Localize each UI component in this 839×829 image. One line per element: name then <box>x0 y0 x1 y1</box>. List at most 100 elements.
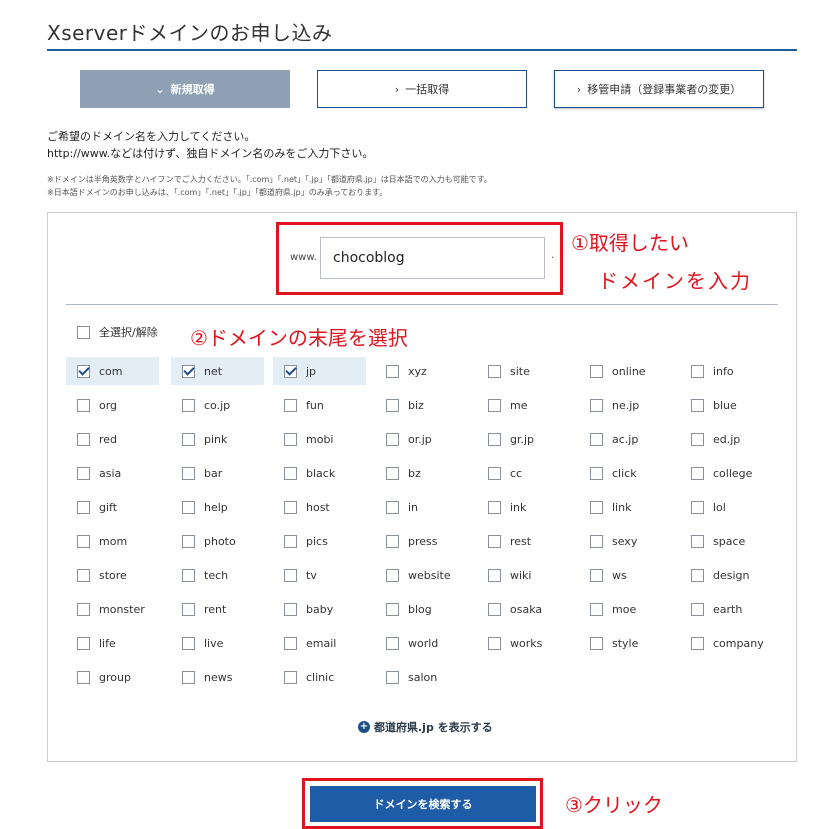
tld-checkbox-info[interactable]: info <box>680 357 773 385</box>
tld-label: jp <box>306 364 317 378</box>
tld-checkbox-mom[interactable]: mom <box>66 527 159 555</box>
tld-checkbox-red[interactable]: red <box>66 425 159 453</box>
tld-checkbox-jp[interactable]: jp <box>273 357 366 385</box>
tab-transfer-request[interactable]: › 移管申請（登録事業者の変更） <box>554 70 764 108</box>
tld-checkbox-sexy[interactable]: sexy <box>579 527 672 555</box>
tld-checkbox-fun[interactable]: fun <box>273 391 366 419</box>
tld-checkbox-com[interactable]: com <box>66 357 159 385</box>
checkbox-box <box>590 602 603 616</box>
tld-checkbox-wiki[interactable]: wiki <box>477 561 570 589</box>
tld-checkbox-earth[interactable]: earth <box>680 595 773 623</box>
tld-checkbox-rent[interactable]: rent <box>171 595 264 623</box>
tld-checkbox-pics[interactable]: pics <box>273 527 366 555</box>
tld-checkbox-online[interactable]: online <box>579 357 672 385</box>
tld-checkbox-ink[interactable]: ink <box>477 493 570 521</box>
annotation-highlight-button <box>302 778 543 829</box>
tld-checkbox-company[interactable]: company <box>680 629 773 657</box>
tld-checkbox-style[interactable]: style <box>579 629 672 657</box>
tld-checkbox-live[interactable]: live <box>171 629 264 657</box>
tld-checkbox-click[interactable]: click <box>579 459 672 487</box>
tld-checkbox-press[interactable]: press <box>375 527 468 555</box>
tld-checkbox-tv[interactable]: tv <box>273 561 366 589</box>
tld-checkbox-site[interactable]: site <box>477 357 570 385</box>
tld-checkbox-link[interactable]: link <box>579 493 672 521</box>
tld-checkbox-asia[interactable]: asia <box>66 459 159 487</box>
checkbox-box <box>691 568 704 582</box>
tld-checkbox-news[interactable]: news <box>171 663 264 691</box>
checkbox-box <box>590 466 603 480</box>
tld-checkbox-clinic[interactable]: clinic <box>273 663 366 691</box>
tab-new-registration[interactable]: ⌄ 新規取得 <box>80 70 290 108</box>
tld-checkbox-blue[interactable]: blue <box>680 391 773 419</box>
tld-checkbox-life[interactable]: life <box>66 629 159 657</box>
tld-checkbox-in[interactable]: in <box>375 493 468 521</box>
tld-checkbox-salon[interactable]: salon <box>375 663 468 691</box>
input-note: ※日本語ドメインのお申し込みは、「.com」「.net」「.jp」「都道府県.j… <box>47 188 388 197</box>
tld-checkbox-bar[interactable]: bar <box>171 459 264 487</box>
checkbox-box <box>182 670 195 684</box>
tld-label: help <box>204 500 228 514</box>
tld-checkbox-website[interactable]: website <box>375 561 468 589</box>
tld-label: works <box>510 636 543 650</box>
tld-checkbox-mobi[interactable]: mobi <box>273 425 366 453</box>
tld-checkbox-rest[interactable]: rest <box>477 527 570 555</box>
input-note: ※ドメインは半角英数字とハイフンでご入力ください。「.com」「.net」「.j… <box>47 175 492 184</box>
tld-checkbox-cc[interactable]: cc <box>477 459 570 487</box>
tld-checkbox-store[interactable]: store <box>66 561 159 589</box>
checkbox-box <box>386 432 399 446</box>
tld-checkbox-org[interactable]: org <box>66 391 159 419</box>
tld-checkbox-biz[interactable]: biz <box>375 391 468 419</box>
tld-checkbox-xyz[interactable]: xyz <box>375 357 468 385</box>
tld-checkbox-osaka[interactable]: osaka <box>477 595 570 623</box>
tld-checkbox-world[interactable]: world <box>375 629 468 657</box>
tld-checkbox-space[interactable]: space <box>680 527 773 555</box>
select-all-checkbox[interactable]: 全選択/解除 <box>77 324 158 340</box>
tld-label: asia <box>99 466 122 480</box>
show-prefecture-jp-link[interactable]: + 都道府県.jp を表示する <box>358 719 493 735</box>
checkbox-box <box>488 534 501 548</box>
checkbox-box <box>182 568 195 582</box>
tld-checkbox-co-jp[interactable]: co.jp <box>171 391 264 419</box>
tld-label: ws <box>612 568 627 582</box>
checkbox-box <box>488 432 501 446</box>
tld-checkbox-me[interactable]: me <box>477 391 570 419</box>
tld-label: me <box>510 398 528 412</box>
tld-checkbox-net[interactable]: net <box>171 357 264 385</box>
tld-checkbox-email[interactable]: email <box>273 629 366 657</box>
tld-checkbox-ac-jp[interactable]: ac.jp <box>579 425 672 453</box>
tld-checkbox-lol[interactable]: lol <box>680 493 773 521</box>
tld-checkbox-black[interactable]: black <box>273 459 366 487</box>
tld-checkbox-ws[interactable]: ws <box>579 561 672 589</box>
tld-checkbox-gr-jp[interactable]: gr.jp <box>477 425 570 453</box>
tld-checkbox-group[interactable]: group <box>66 663 159 691</box>
tab-bulk-registration[interactable]: › 一括取得 <box>317 70 527 108</box>
checkbox-box <box>590 636 603 650</box>
checkbox-box <box>590 500 603 514</box>
tld-label: red <box>99 432 118 446</box>
tld-checkbox-bz[interactable]: bz <box>375 459 468 487</box>
tld-checkbox-monster[interactable]: monster <box>66 595 159 623</box>
checkbox-box <box>77 432 90 446</box>
tld-checkbox-or-jp[interactable]: or.jp <box>375 425 468 453</box>
checkmark-icon <box>182 364 195 378</box>
tld-checkbox-photo[interactable]: photo <box>171 527 264 555</box>
tld-checkbox-design[interactable]: design <box>680 561 773 589</box>
tld-label: group <box>99 670 131 684</box>
tld-checkbox-ne-jp[interactable]: ne.jp <box>579 391 672 419</box>
tld-checkbox-help[interactable]: help <box>171 493 264 521</box>
tld-label: gr.jp <box>510 432 535 446</box>
tld-checkbox-pink[interactable]: pink <box>171 425 264 453</box>
tld-label: co.jp <box>204 398 231 412</box>
tld-checkbox-tech[interactable]: tech <box>171 561 264 589</box>
tld-checkbox-baby[interactable]: baby <box>273 595 366 623</box>
tld-checkbox-host[interactable]: host <box>273 493 366 521</box>
tld-checkbox-college[interactable]: college <box>680 459 773 487</box>
tld-checkbox-ed-jp[interactable]: ed.jp <box>680 425 773 453</box>
checkbox-box <box>77 670 90 684</box>
tld-checkbox-works[interactable]: works <box>477 629 570 657</box>
checkbox-box <box>284 636 297 650</box>
tld-checkbox-moe[interactable]: moe <box>579 595 672 623</box>
tld-checkbox-blog[interactable]: blog <box>375 595 468 623</box>
tld-checkbox-gift[interactable]: gift <box>66 493 159 521</box>
tld-label: or.jp <box>408 432 432 446</box>
